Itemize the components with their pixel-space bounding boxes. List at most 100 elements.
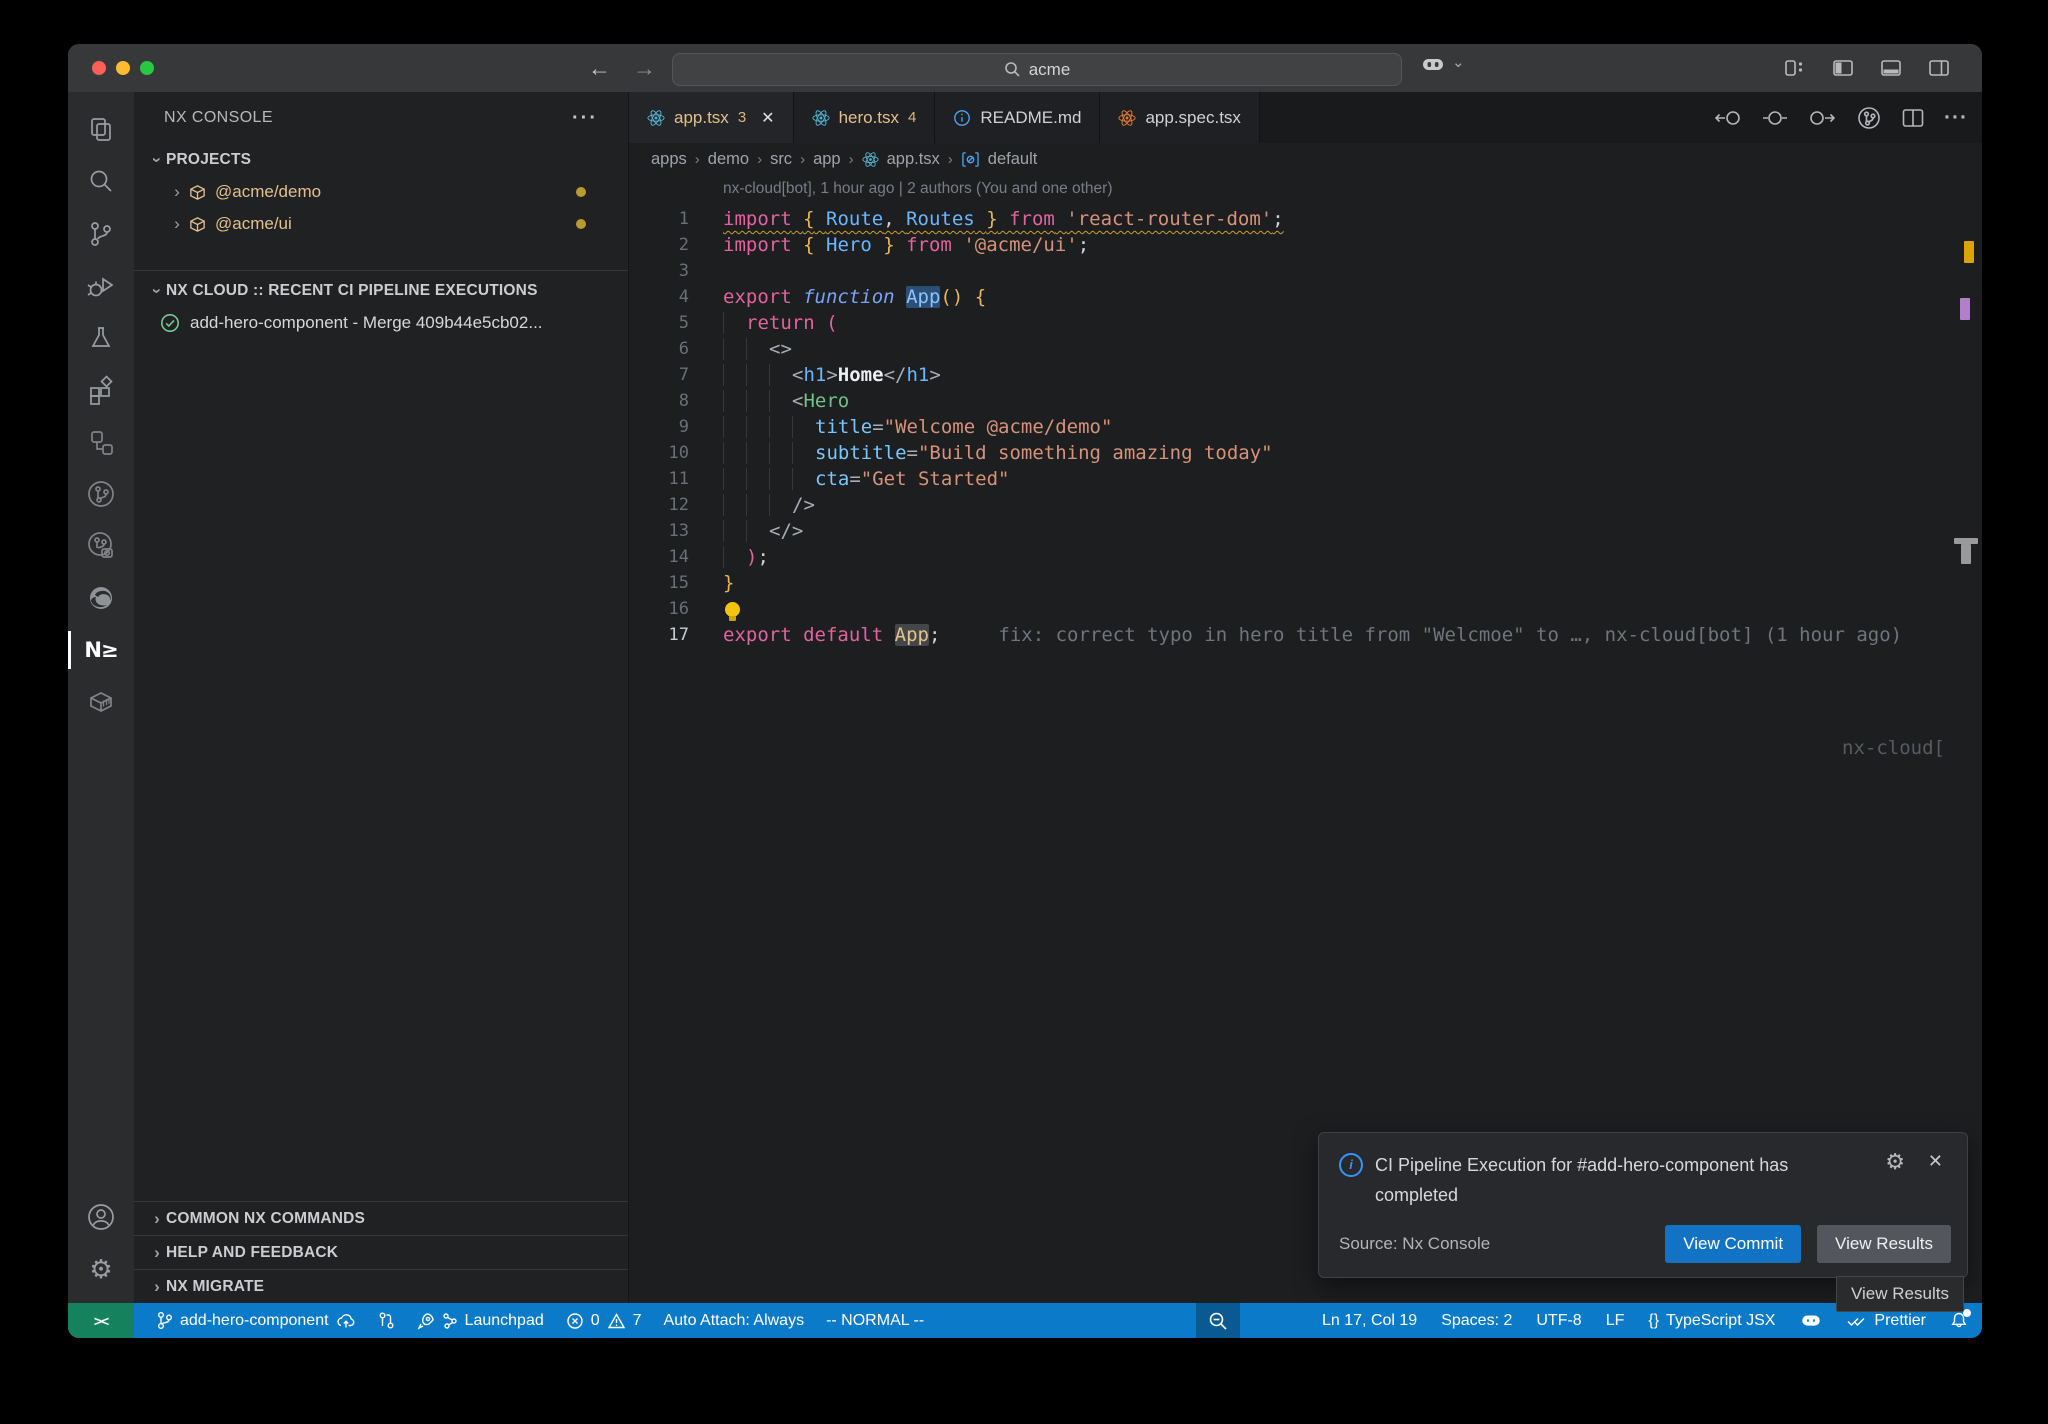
copilot-menu[interactable]: ⌄ — [1420, 54, 1465, 76]
breadcrumb-file[interactable]: app.tsx — [887, 150, 940, 169]
sidebar-item-nx-console[interactable]: N≥ — [68, 624, 134, 676]
history-back-icon[interactable]: ← — [588, 55, 611, 82]
sidebar-item-containers[interactable] — [68, 676, 134, 728]
section-projects[interactable]: › PROJECTS — [134, 144, 628, 176]
minimize-window-button[interactable] — [116, 61, 130, 75]
eol-indicator[interactable]: LF — [1606, 1312, 1625, 1330]
toggle-panel-icon[interactable] — [1880, 59, 1902, 77]
code-token: } — [723, 572, 734, 594]
problems-indicator[interactable]: 0 7 — [566, 1312, 642, 1330]
activity-bar: N≥ ⚙ — [68, 92, 134, 1303]
nav-forward-icon[interactable] — [1808, 107, 1836, 129]
lightbulb-icon[interactable] — [725, 602, 740, 617]
history-forward-icon[interactable]: → — [633, 55, 656, 82]
code-line[interactable]: 6<> — [629, 336, 1982, 362]
toggle-secondary-sidebar-icon[interactable] — [1928, 59, 1950, 77]
nav-current-icon[interactable] — [1762, 107, 1788, 129]
code-line[interactable]: 14); — [629, 544, 1982, 570]
code-token: { — [803, 208, 814, 230]
launchpad-indicator[interactable]: Launchpad — [417, 1312, 544, 1330]
breadcrumb-apps[interactable]: apps — [651, 150, 687, 169]
code-line[interactable]: 10subtitle="Build something amazing toda… — [629, 440, 1982, 466]
copilot-status[interactable] — [1799, 1312, 1823, 1330]
code-line[interactable]: 11cta="Get Started" — [629, 466, 1982, 492]
remote-indicator[interactable]: >< — [68, 1303, 134, 1338]
tab-readme-md[interactable]: README.md — [935, 92, 1100, 143]
toggle-primary-sidebar-icon[interactable] — [1832, 59, 1854, 77]
language-indicator[interactable]: {} TypeScript JSX — [1648, 1312, 1775, 1330]
compare-changes[interactable] — [378, 1311, 395, 1330]
code-line[interactable]: 2import { Hero } from '@acme/ui'; — [629, 232, 1982, 258]
sidebar-item-project-hierarchy[interactable] — [68, 416, 134, 468]
sidebar-item-testing[interactable] — [68, 312, 134, 364]
command-center-search[interactable]: acme — [672, 53, 1402, 86]
sidebar-item-run-debug[interactable] — [68, 260, 134, 312]
notifications-bell[interactable] — [1950, 1311, 1968, 1330]
commit-graph-icon[interactable] — [1856, 105, 1882, 131]
sidebar-item-search[interactable] — [68, 156, 134, 208]
zoom-indicator[interactable] — [1196, 1303, 1240, 1338]
code-token: <> — [769, 338, 792, 360]
project-item-acme-demo[interactable]: › @acme/demo — [134, 176, 628, 208]
code-line[interactable]: 13</> — [629, 518, 1982, 544]
code-line[interactable]: 3 — [629, 258, 1982, 284]
line-content: export default App;fix: correct typo in … — [723, 624, 1902, 646]
breadcrumb-app[interactable]: app — [813, 150, 841, 169]
accounts-button[interactable] — [68, 1191, 134, 1243]
extensions-icon — [86, 375, 116, 405]
vim-mode-indicator[interactable]: -- NORMAL -- — [826, 1312, 924, 1330]
breadcrumb-demo[interactable]: demo — [708, 150, 749, 169]
code-line[interactable]: 15} — [629, 570, 1982, 596]
auto-attach-indicator[interactable]: Auto Attach: Always — [664, 1312, 805, 1330]
code-line[interactable]: 7<h1>Home</h1> — [629, 362, 1982, 388]
warning-squiggle: import { Route, Routes } from 'react-rou… — [723, 208, 1284, 230]
section-common-nx-commands[interactable]: › COMMON NX COMMANDS — [134, 1201, 628, 1235]
settings-button[interactable]: ⚙ — [68, 1243, 134, 1295]
notification-settings-icon[interactable]: ⚙ — [1885, 1149, 1905, 1175]
code-line[interactable]: 8<Hero — [629, 388, 1982, 414]
breadcrumb-src[interactable]: src — [770, 150, 792, 169]
sidebar-item-explorer[interactable] — [68, 104, 134, 156]
sidebar-item-extensions[interactable] — [68, 364, 134, 416]
view-commit-button[interactable]: View Commit — [1665, 1225, 1801, 1263]
code-line[interactable]: 4export function App() { — [629, 284, 1982, 310]
sidebar-more-actions[interactable]: ··· — [572, 107, 598, 130]
view-results-button[interactable]: View Results — [1817, 1225, 1951, 1263]
chevron-right-icon: › — [148, 1243, 166, 1263]
tab-app-tsx[interactable]: app.tsx 3 ✕ — [629, 92, 794, 143]
formatter-indicator[interactable]: Prettier — [1847, 1312, 1926, 1330]
code-line[interactable]: 1import { Route, Routes } from 'react-ro… — [629, 206, 1982, 232]
breadcrumb-symbol[interactable]: default — [988, 150, 1038, 169]
sidebar-item-gitlens-inspect[interactable] — [68, 520, 134, 572]
maximize-window-button[interactable] — [140, 61, 154, 75]
sidebar-item-source-control[interactable] — [68, 208, 134, 260]
section-nx-migrate[interactable]: › NX MIGRATE — [134, 1269, 628, 1303]
close-window-button[interactable] — [92, 61, 106, 75]
chevron-down-icon: › — [147, 151, 167, 169]
close-icon[interactable]: ✕ — [761, 108, 774, 128]
pipeline-execution-item[interactable]: add-hero-component - Merge 409b44e5cb02.… — [134, 307, 628, 339]
section-nx-cloud[interactable]: › NX CLOUD :: RECENT CI PIPELINE EXECUTI… — [134, 275, 628, 307]
nav-back-icon[interactable] — [1714, 107, 1742, 129]
cursor-position[interactable]: Ln 17, Col 19 — [1322, 1312, 1417, 1330]
code-line[interactable]: 16 — [629, 596, 1982, 622]
code-line[interactable]: 17export default App;fix: correct typo i… — [629, 622, 1982, 648]
code-token: ; — [1272, 208, 1283, 230]
more-actions-icon[interactable]: ··· — [1944, 106, 1968, 130]
close-icon[interactable]: ✕ — [1928, 1151, 1943, 1172]
tab-hero-tsx[interactable]: hero.tsx 4 — [794, 92, 936, 143]
sidebar-item-edge-devtools[interactable] — [68, 572, 134, 624]
code-line[interactable]: 12/> — [629, 492, 1982, 518]
encoding-indicator[interactable]: UTF-8 — [1536, 1312, 1581, 1330]
branch-indicator[interactable]: add-hero-component — [156, 1311, 356, 1330]
code-line[interactable]: 9title="Welcome @acme/demo" — [629, 414, 1982, 440]
section-help-and-feedback[interactable]: › HELP AND FEEDBACK — [134, 1235, 628, 1269]
sidebar-item-gitlens[interactable] — [68, 468, 134, 520]
customize-layout-icon[interactable] — [1784, 59, 1806, 77]
indentation-indicator[interactable]: Spaces: 2 — [1441, 1312, 1512, 1330]
code-token — [792, 234, 803, 256]
project-item-acme-ui[interactable]: › @acme/ui — [134, 208, 628, 240]
tab-app-spec-tsx[interactable]: app.spec.tsx — [1100, 92, 1259, 143]
code-line[interactable]: 5return ( — [629, 310, 1982, 336]
split-editor-icon[interactable] — [1902, 108, 1924, 128]
